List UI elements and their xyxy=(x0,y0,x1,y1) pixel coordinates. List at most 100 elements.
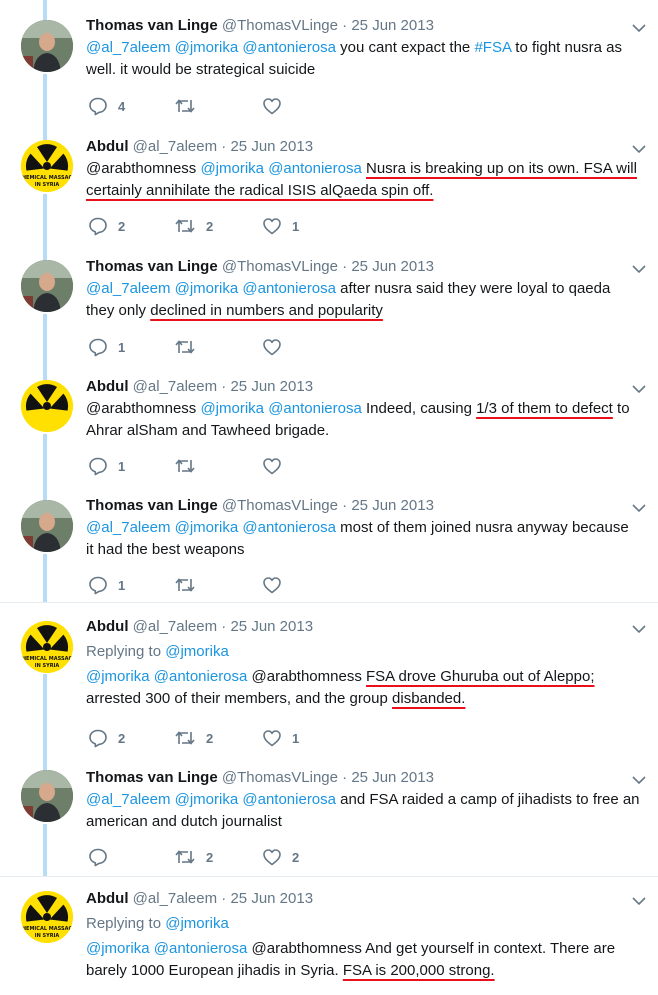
mention-link[interactable]: @al_7aleem xyxy=(86,791,170,808)
author-name[interactable]: Abdul xyxy=(86,890,129,907)
mention-link[interactable]: @jmorika xyxy=(175,519,239,536)
mention-link[interactable]: @antonierosa xyxy=(242,519,336,536)
like-button[interactable] xyxy=(262,95,292,117)
chevron-down-icon[interactable] xyxy=(632,21,646,35)
mention-link[interactable]: @jmorika xyxy=(175,280,239,297)
retweet-button[interactable] xyxy=(174,574,206,596)
author-handle[interactable]: @al_7aleem xyxy=(133,890,217,907)
mention-link[interactable]: @al_7aleem xyxy=(86,519,170,536)
avatar[interactable] xyxy=(21,20,73,72)
tweet[interactable]: HEMICAL MASSAC IN SYRIA Abdul @al_7aleem … xyxy=(0,876,658,995)
tweet-date[interactable]: 25 Jun 2013 xyxy=(351,769,434,786)
tweet-date[interactable]: 25 Jun 2013 xyxy=(230,890,313,907)
reply-button[interactable]: 1 xyxy=(88,574,125,596)
author-handle[interactable]: @ThomasVLinge xyxy=(222,769,338,786)
tweet-date[interactable]: 25 Jun 2013 xyxy=(230,618,313,635)
mention-link[interactable]: @antonierosa xyxy=(154,668,248,685)
mention-link[interactable]: @arabthomness xyxy=(86,400,196,417)
mention-link[interactable]: @antonierosa xyxy=(242,39,336,56)
avatar[interactable]: HEMICAL MASSAC IN SYRIA xyxy=(21,140,73,192)
author-handle[interactable]: @al_7aleem xyxy=(133,618,217,635)
chevron-down-icon[interactable] xyxy=(632,501,646,515)
retweet-button[interactable]: 2 xyxy=(174,215,213,237)
mention-link[interactable]: @arabthomness xyxy=(252,940,362,957)
avatar[interactable] xyxy=(21,500,73,552)
text-segment: you cant expact the xyxy=(340,39,471,56)
hashtag-link[interactable]: #FSA xyxy=(474,39,511,56)
tweet[interactable]: Thomas van Linge @ThomasVLinge · 25 Jun … xyxy=(0,754,658,876)
reply-button[interactable]: 2 xyxy=(88,727,125,749)
reply-button[interactable]: 1 xyxy=(88,336,125,358)
underlined-text: Nusra is breaking up on its own. FSA wil… xyxy=(366,160,637,177)
tweet[interactable]: HEMICAL MASSAC IN SYRIA Abdul @al_7aleem … xyxy=(0,122,658,242)
separator: · xyxy=(338,17,352,34)
chevron-down-icon[interactable] xyxy=(632,382,646,396)
tweet-date[interactable]: 25 Jun 2013 xyxy=(351,497,434,514)
retweet-button[interactable]: 2 xyxy=(174,727,213,749)
chevron-down-icon[interactable] xyxy=(632,773,646,787)
avatar[interactable]: HEMICAL MASSAC IN SYRIA xyxy=(21,621,73,673)
author-handle[interactable]: @ThomasVLinge xyxy=(222,497,338,514)
author-name[interactable]: Thomas van Linge xyxy=(86,17,218,34)
chevron-down-icon[interactable] xyxy=(632,262,646,276)
like-button[interactable]: 1 xyxy=(262,727,299,749)
author-handle[interactable]: @al_7aleem xyxy=(133,138,217,155)
like-button[interactable] xyxy=(262,336,292,358)
retweet-button[interactable]: 2 xyxy=(174,846,213,868)
tweet[interactable]: Abdul @al_7aleem · 25 Jun 2013 @arabthom… xyxy=(0,362,658,482)
mention-link[interactable]: @jmorika xyxy=(175,791,239,808)
author-name[interactable]: Abdul xyxy=(86,378,129,395)
tweet[interactable]: Thomas van Linge @ThomasVLinge · 25 Jun … xyxy=(0,482,658,602)
avatar[interactable]: HEMICAL MASSAC IN SYRIA xyxy=(21,891,73,943)
mention-link[interactable]: @al_7aleem xyxy=(86,280,170,297)
like-button[interactable] xyxy=(262,455,292,477)
like-button[interactable]: 2 xyxy=(262,846,299,868)
reply-button[interactable]: 2 xyxy=(88,215,125,237)
mention-link[interactable]: @antonierosa xyxy=(242,280,336,297)
mention-link[interactable]: @arabthomness xyxy=(252,668,362,685)
retweet-button[interactable] xyxy=(174,95,206,117)
like-button[interactable] xyxy=(262,574,292,596)
retweet-button[interactable] xyxy=(174,336,206,358)
author-name[interactable]: Thomas van Linge xyxy=(86,497,218,514)
avatar[interactable] xyxy=(21,260,73,312)
tweet-date[interactable]: 25 Jun 2013 xyxy=(230,378,313,395)
tweet-date[interactable]: 25 Jun 2013 xyxy=(351,17,434,34)
mention-link[interactable]: @antonierosa xyxy=(154,940,248,957)
author-handle[interactable]: @ThomasVLinge xyxy=(222,17,338,34)
chevron-down-icon[interactable] xyxy=(632,894,646,908)
author-handle[interactable]: @al_7aleem xyxy=(133,378,217,395)
tweet-date[interactable]: 25 Jun 2013 xyxy=(351,258,434,275)
retweet-button[interactable] xyxy=(174,455,206,477)
mention-link[interactable]: @antonierosa xyxy=(242,791,336,808)
replying-to-link[interactable]: @jmorika xyxy=(165,643,229,660)
mention-link[interactable]: @jmorika xyxy=(200,400,264,417)
chevron-down-icon[interactable] xyxy=(632,142,646,156)
separator: · xyxy=(338,497,352,514)
replying-to-link[interactable]: @jmorika xyxy=(165,915,229,932)
author-name[interactable]: Abdul xyxy=(86,138,129,155)
mention-link[interactable]: @antonierosa xyxy=(268,160,362,177)
mention-link[interactable]: @jmorika xyxy=(86,940,150,957)
author-handle[interactable]: @ThomasVLinge xyxy=(222,258,338,275)
reply-button[interactable] xyxy=(88,846,118,868)
reply-button[interactable]: 4 xyxy=(88,95,125,117)
author-name[interactable]: Thomas van Linge xyxy=(86,258,218,275)
reply-button[interactable]: 1 xyxy=(88,455,125,477)
tweet[interactable]: Thomas van Linge @ThomasVLinge · 25 Jun … xyxy=(0,242,658,362)
chevron-down-icon[interactable] xyxy=(632,622,646,636)
tweet[interactable]: HEMICAL MASSAC IN SYRIA Abdul @al_7aleem … xyxy=(0,602,658,755)
mention-link[interactable]: @jmorika xyxy=(200,160,264,177)
tweet[interactable]: Thomas van Linge @ThomasVLinge · 25 Jun … xyxy=(0,0,658,122)
author-name[interactable]: Thomas van Linge xyxy=(86,769,218,786)
avatar[interactable] xyxy=(21,770,73,822)
mention-link[interactable]: @jmorika xyxy=(175,39,239,56)
avatar[interactable] xyxy=(21,380,73,432)
mention-link[interactable]: @antonierosa xyxy=(268,400,362,417)
like-button[interactable]: 1 xyxy=(262,215,299,237)
mention-link[interactable]: @arabthomness xyxy=(86,160,196,177)
tweet-date[interactable]: 25 Jun 2013 xyxy=(230,138,313,155)
mention-link[interactable]: @jmorika xyxy=(86,668,150,685)
mention-link[interactable]: @al_7aleem xyxy=(86,39,170,56)
author-name[interactable]: Abdul xyxy=(86,618,129,635)
